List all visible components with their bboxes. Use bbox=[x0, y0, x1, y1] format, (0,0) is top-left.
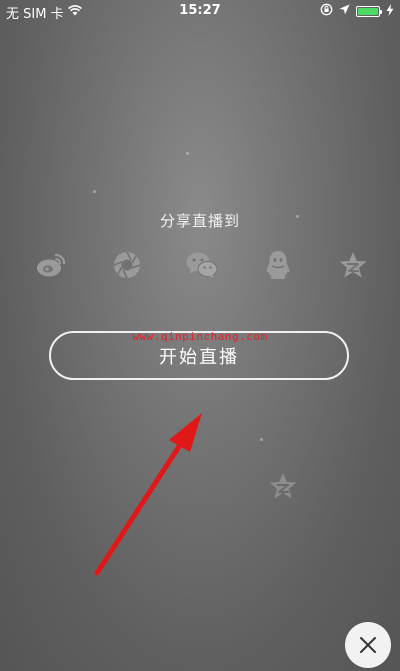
watermark-text: www.qinpinchang.com bbox=[132, 330, 268, 343]
battery-icon bbox=[356, 6, 382, 17]
close-icon bbox=[360, 637, 376, 653]
share-title: 分享直播到 bbox=[159, 212, 240, 230]
battery-level bbox=[358, 8, 378, 15]
decorative-sparkle bbox=[260, 438, 263, 441]
weibo-icon[interactable] bbox=[34, 248, 68, 282]
wechat-icon[interactable] bbox=[185, 248, 219, 282]
status-bar: 无 SIM 卡 15:27 bbox=[0, 0, 400, 22]
orientation-lock-icon bbox=[320, 3, 333, 20]
live-share-screen: 无 SIM 卡 15:27 分享直播到 开始直播 www.qinpinchang… bbox=[0, 0, 400, 671]
charging-icon bbox=[386, 3, 394, 20]
decorative-sparkle bbox=[93, 190, 96, 193]
status-right bbox=[320, 3, 394, 20]
qq-icon[interactable] bbox=[261, 248, 295, 282]
moments-icon[interactable] bbox=[110, 248, 144, 282]
decorative-sparkle bbox=[186, 152, 189, 155]
decorative-star-icon bbox=[268, 472, 298, 504]
qzone-icon[interactable] bbox=[336, 248, 370, 282]
share-icons-row bbox=[34, 248, 370, 282]
location-icon bbox=[339, 4, 350, 19]
close-button[interactable] bbox=[345, 622, 391, 668]
